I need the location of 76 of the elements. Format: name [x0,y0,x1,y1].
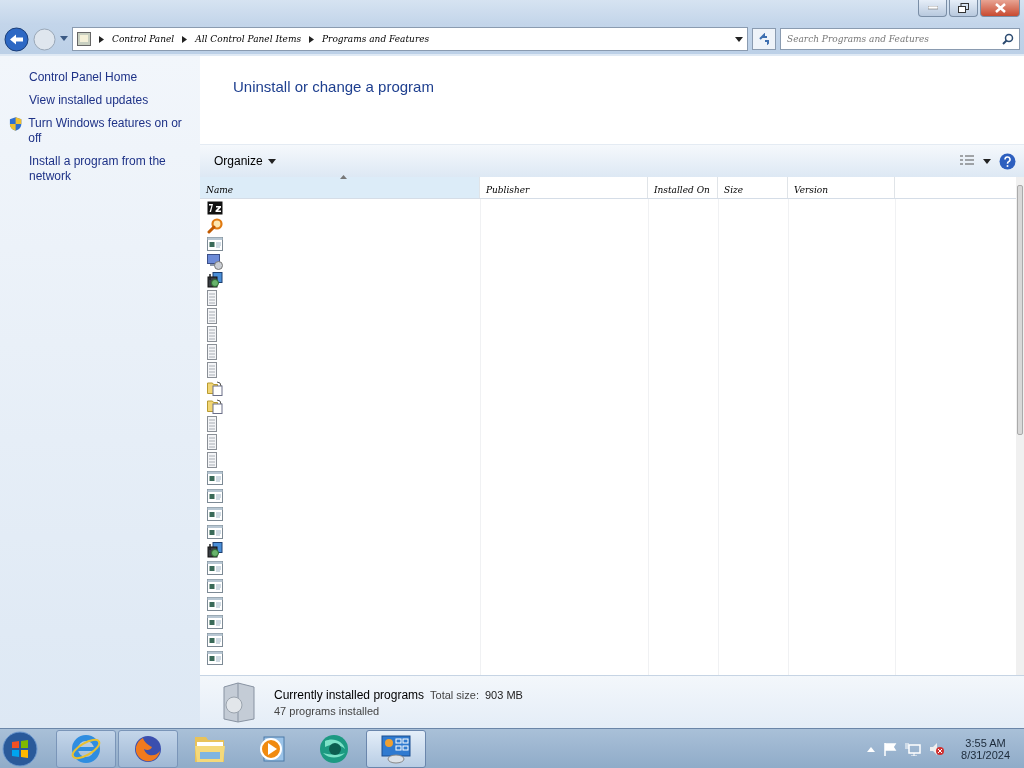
document-icon [207,416,217,432]
monitor-disk-icon [207,254,223,270]
chevron-icon [309,35,315,43]
total-size-label: Total size: [430,688,479,701]
application-icon [207,237,223,251]
application-icon [207,633,223,647]
application-icon [207,471,223,485]
breadcrumb[interactable]: All Control Panel Items [195,34,302,44]
programs-box-icon [220,681,258,723]
sidebar-link[interactable]: Install a program from the network [8,154,190,184]
organize-button[interactable]: Organize [206,152,284,170]
taskbar-button[interactable] [366,730,426,768]
close-icon [994,3,1006,13]
control-panel-icon [77,32,91,46]
control-panel-icon [380,733,412,765]
folder-icon [194,734,226,764]
application-icon [207,489,223,503]
search-icon [1002,33,1014,45]
caret-icon [267,158,276,164]
dropdown-icon[interactable] [735,36,743,42]
document-icon [207,326,217,342]
application-icon [207,507,223,521]
refresh-button[interactable] [752,28,776,50]
application-icon [207,561,223,575]
chevron-icon [99,35,104,43]
document-icon [207,434,217,450]
back-icon[interactable] [4,26,29,52]
document-icon [207,452,217,468]
folder-document-icon [207,380,223,396]
chevron-icon [182,35,188,43]
installer-icon [207,272,223,288]
total-size: 903 MB [485,688,523,701]
start-orb-icon[interactable] [2,731,38,767]
search-field[interactable]: Search Programs and Features [780,28,1020,50]
view-list-icon[interactable] [959,155,975,167]
sidebar-link[interactable]: Turn Windows features on or off [28,116,190,146]
folder-document-icon [207,398,223,414]
application-icon [207,615,223,629]
document-icon [207,308,217,324]
minimize-icon [927,6,938,10]
magnifier-icon [207,218,223,234]
installer-icon [207,542,223,558]
close-button[interactable] [980,0,1020,17]
address-bar[interactable]: Control Panel All Control Panel Items Programs and Features [72,27,748,51]
restore-button[interactable] [949,0,978,17]
breadcrumb[interactable]: Programs and Features [322,34,430,44]
view-dropdown-icon[interactable] [983,158,991,164]
taskbar-button[interactable] [118,730,178,768]
document-icon [207,362,217,378]
speaker-muted-icon[interactable] [929,742,946,756]
column-header[interactable]: Name [200,177,480,198]
page-title: Uninstall or change a program [233,78,435,95]
archive-icon [207,201,223,215]
application-icon [207,651,223,665]
sidebar-link[interactable]: View installed updates [8,93,149,108]
browser-fox-icon [132,733,164,765]
application-icon [207,597,223,611]
browser-e-icon [70,733,102,765]
application-icon [207,579,223,593]
document-icon [207,344,217,360]
taskbar-button[interactable] [56,730,116,768]
program-count: 47 programs installed [274,704,381,717]
history-dropdown-icon[interactable] [60,36,68,42]
help-icon[interactable] [999,152,1016,170]
shield-icon [8,116,24,132]
globe-icon [317,733,351,765]
breadcrumb[interactable]: Control Panel [112,34,175,44]
clock-time[interactable]: 3:55 AM [965,737,1006,749]
restore-icon [958,3,969,13]
details-title: Currently installed programs [274,687,425,702]
refresh-icon [759,33,769,45]
clock-date[interactable]: 8/31/2024 [961,749,1010,761]
application-icon [207,525,223,539]
scrollbar[interactable] [1016,177,1024,675]
document-icon [207,290,217,306]
sidebar-link[interactable]: Control Panel Home [8,70,138,85]
